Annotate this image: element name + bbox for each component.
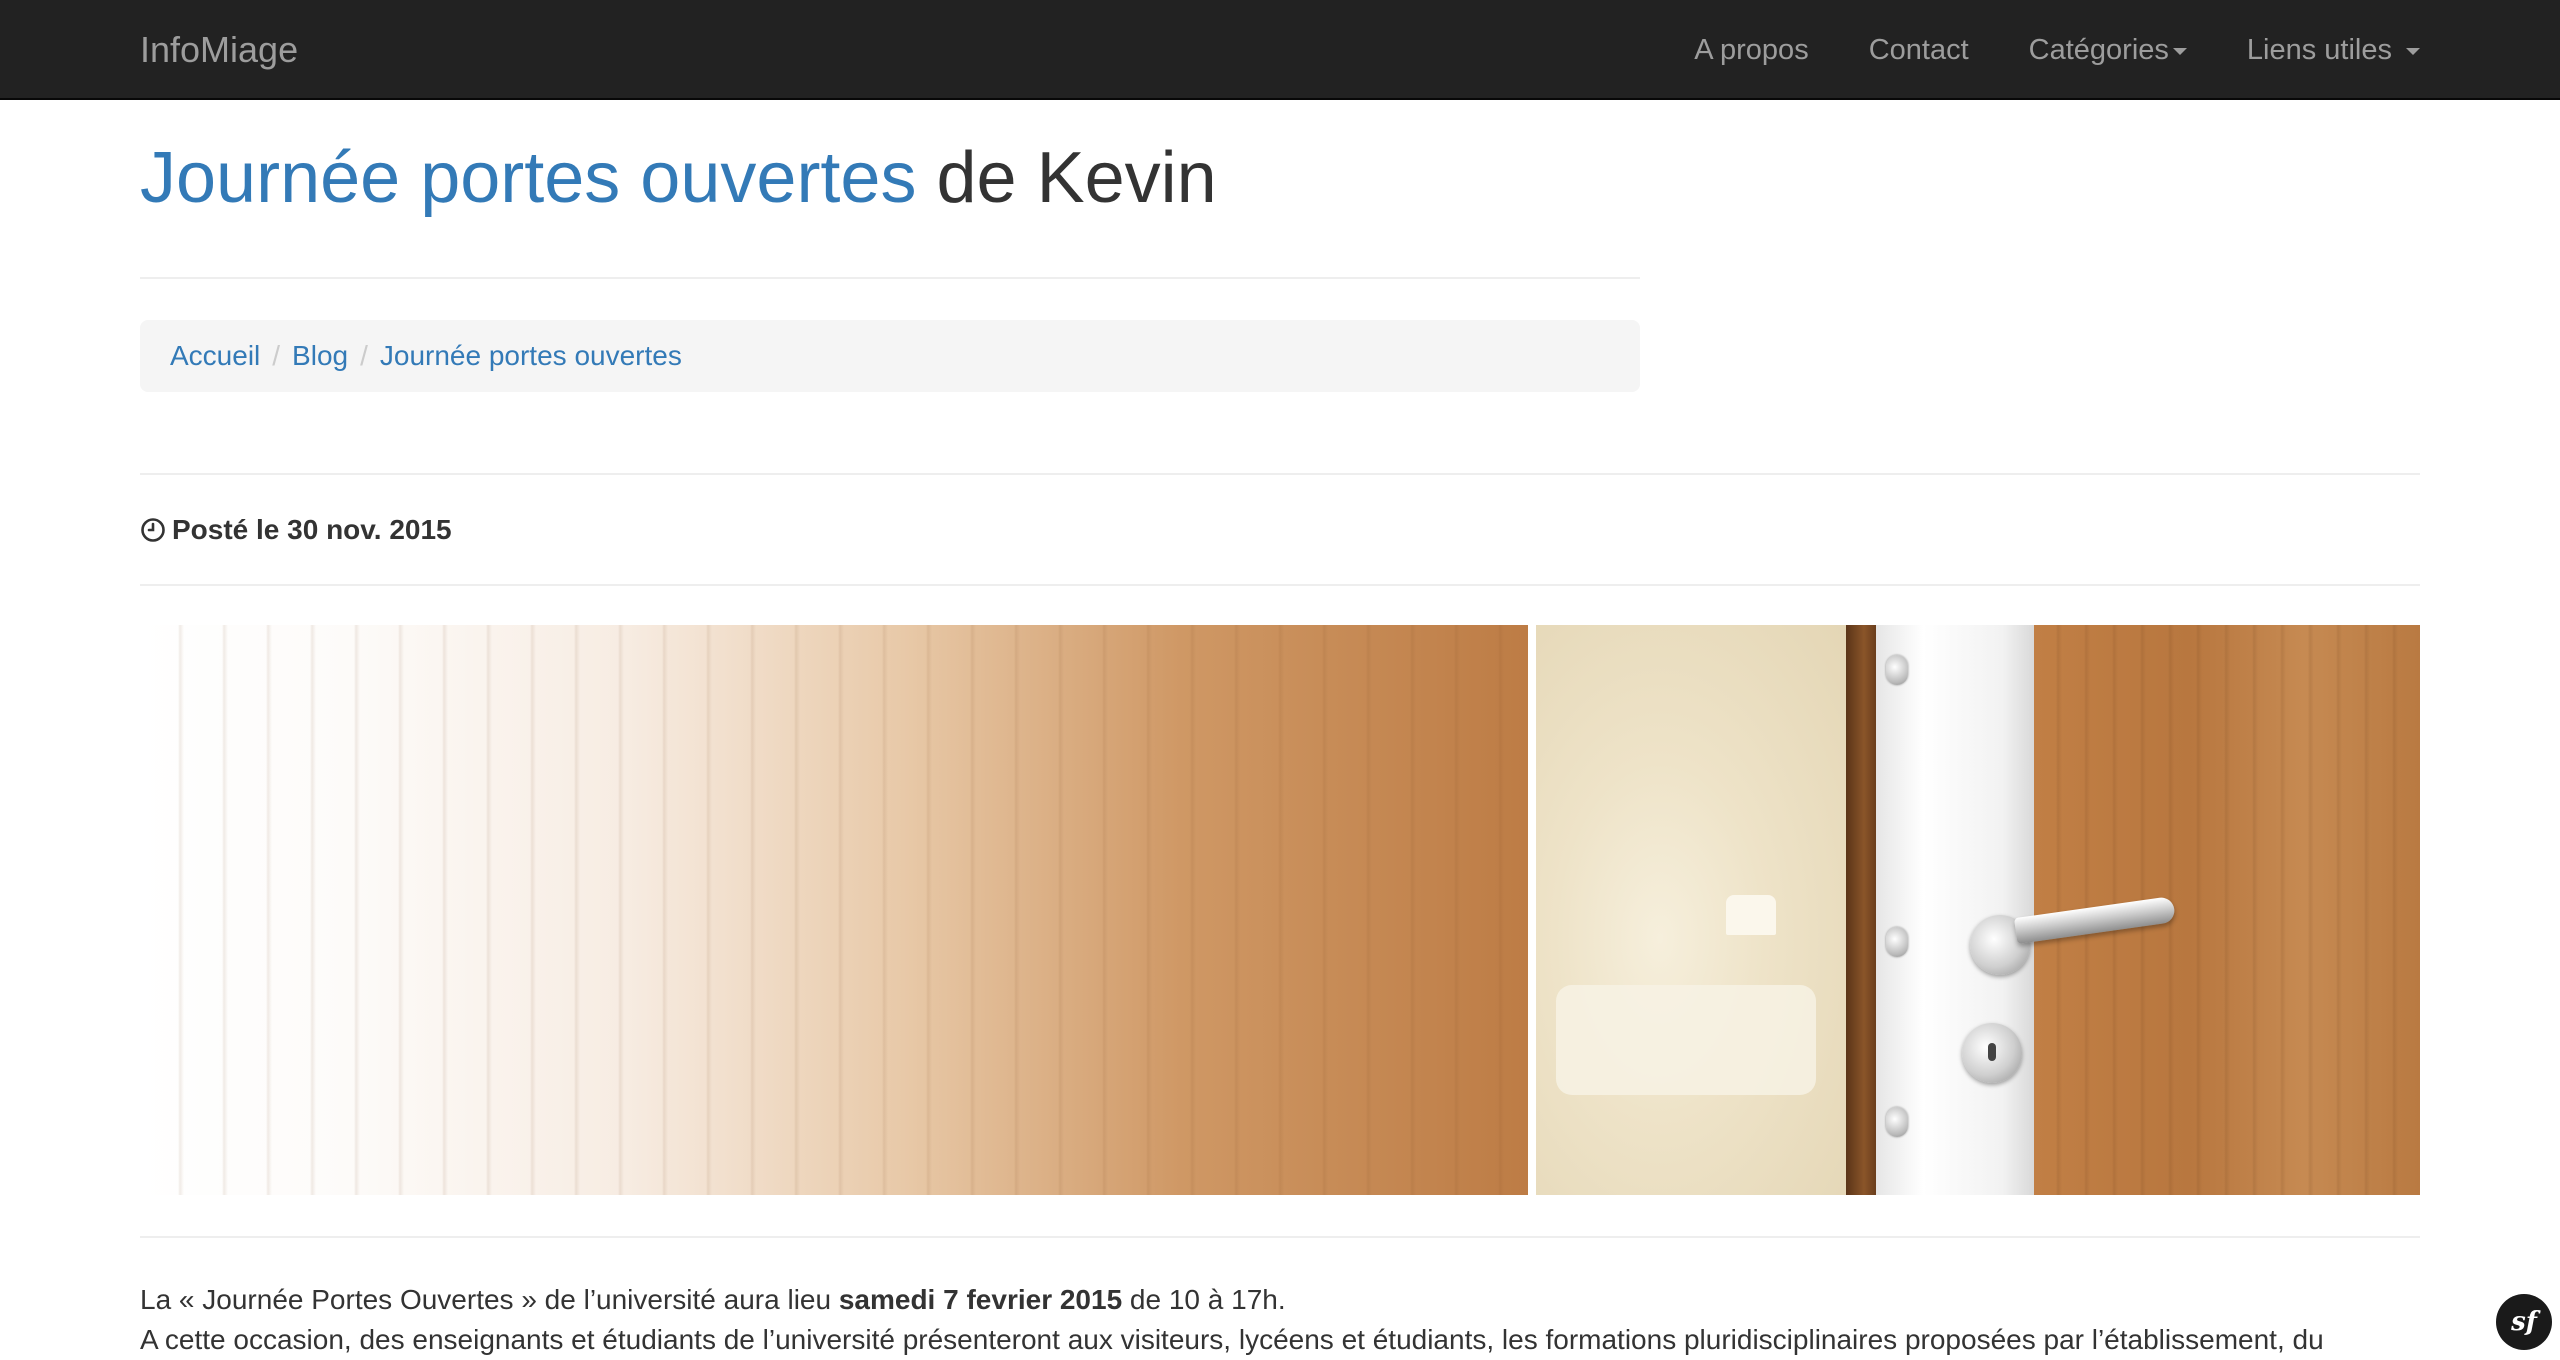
- article-body: La « Journée Portes Ouvertes » de l’univ…: [140, 1280, 2420, 1360]
- page-title-author: de Kevin: [936, 138, 1217, 218]
- article-paragraph: La « Journée Portes Ouvertes » de l’univ…: [140, 1280, 2420, 1320]
- post-meta: Posté le 30 nov. 2015: [140, 510, 452, 550]
- section-divider: [140, 1236, 2420, 1238]
- page-title: Journée portes ouvertes de Kevin: [140, 133, 1217, 223]
- nav-item-label: A propos: [1694, 33, 1809, 66]
- nav-item-label: Catégories: [2028, 33, 2169, 66]
- door-frame-edge: [1846, 625, 1876, 1195]
- breadcrumb-separator: /: [360, 340, 368, 371]
- door-bolt-bottom: [1886, 1107, 1908, 1137]
- article-text: de 10 à 17h.: [1122, 1284, 1286, 1315]
- breadcrumb: Accueil / Blog / Journée portes ouvertes: [140, 320, 1640, 392]
- article-text: La « Journée Portes Ouvertes » de l’univ…: [140, 1284, 839, 1315]
- lamp-shape: [1726, 895, 1776, 935]
- nav-item-label: Liens utiles: [2246, 33, 2392, 66]
- door-bolt-middle: [1886, 927, 1908, 957]
- clock-icon: [141, 518, 165, 542]
- nav-item-contact[interactable]: Contact: [1869, 34, 1969, 67]
- caret-down-icon: [2172, 48, 2187, 55]
- article-date-emphasis: samedi 7 fevrier 2015: [838, 1284, 1123, 1315]
- nav-item-a-propos[interactable]: A propos: [1694, 34, 1808, 67]
- hero-image: [140, 625, 2420, 1195]
- brand-link[interactable]: InfoMiage: [140, 0, 298, 100]
- header-divider: [140, 277, 1640, 279]
- symfony-icon[interactable]: sf: [2496, 1294, 2552, 1350]
- page-title-accent: Journée portes ouvertes: [140, 138, 917, 218]
- nav-dropdown-categories[interactable]: Catégories: [2029, 34, 2187, 67]
- keyhole-icon: [1988, 1043, 1996, 1061]
- sofa-shape: [1556, 985, 1816, 1095]
- section-divider: [140, 584, 2420, 586]
- section-divider: [140, 473, 2420, 475]
- door-bolt-top: [1886, 655, 1908, 685]
- image-gap: [1528, 625, 1536, 1195]
- article-paragraph: A cette occasion, des enseignants et étu…: [140, 1324, 2324, 1355]
- nav-dropdown-liens-utiles[interactable]: Liens utiles: [2247, 34, 2420, 67]
- breadcrumb-item-accueil[interactable]: Accueil: [170, 340, 260, 372]
- breadcrumb-item-current[interactable]: Journée portes ouvertes: [380, 340, 682, 372]
- caret-down-icon: [2406, 48, 2420, 55]
- post-date: Posté le 30 nov. 2015: [172, 514, 452, 545]
- wood-gradient-panel: [140, 625, 1528, 1195]
- top-navbar: InfoMiage A propos Contact Catégories Li…: [0, 0, 2560, 100]
- breadcrumb-separator: /: [272, 340, 281, 371]
- nav-item-label: Contact: [1868, 33, 1969, 66]
- blurred-room-background: [1536, 625, 1846, 1195]
- breadcrumb-item-blog[interactable]: Blog: [292, 340, 348, 372]
- navbar-menu: A propos Contact Catégories Liens utiles: [1634, 0, 2420, 100]
